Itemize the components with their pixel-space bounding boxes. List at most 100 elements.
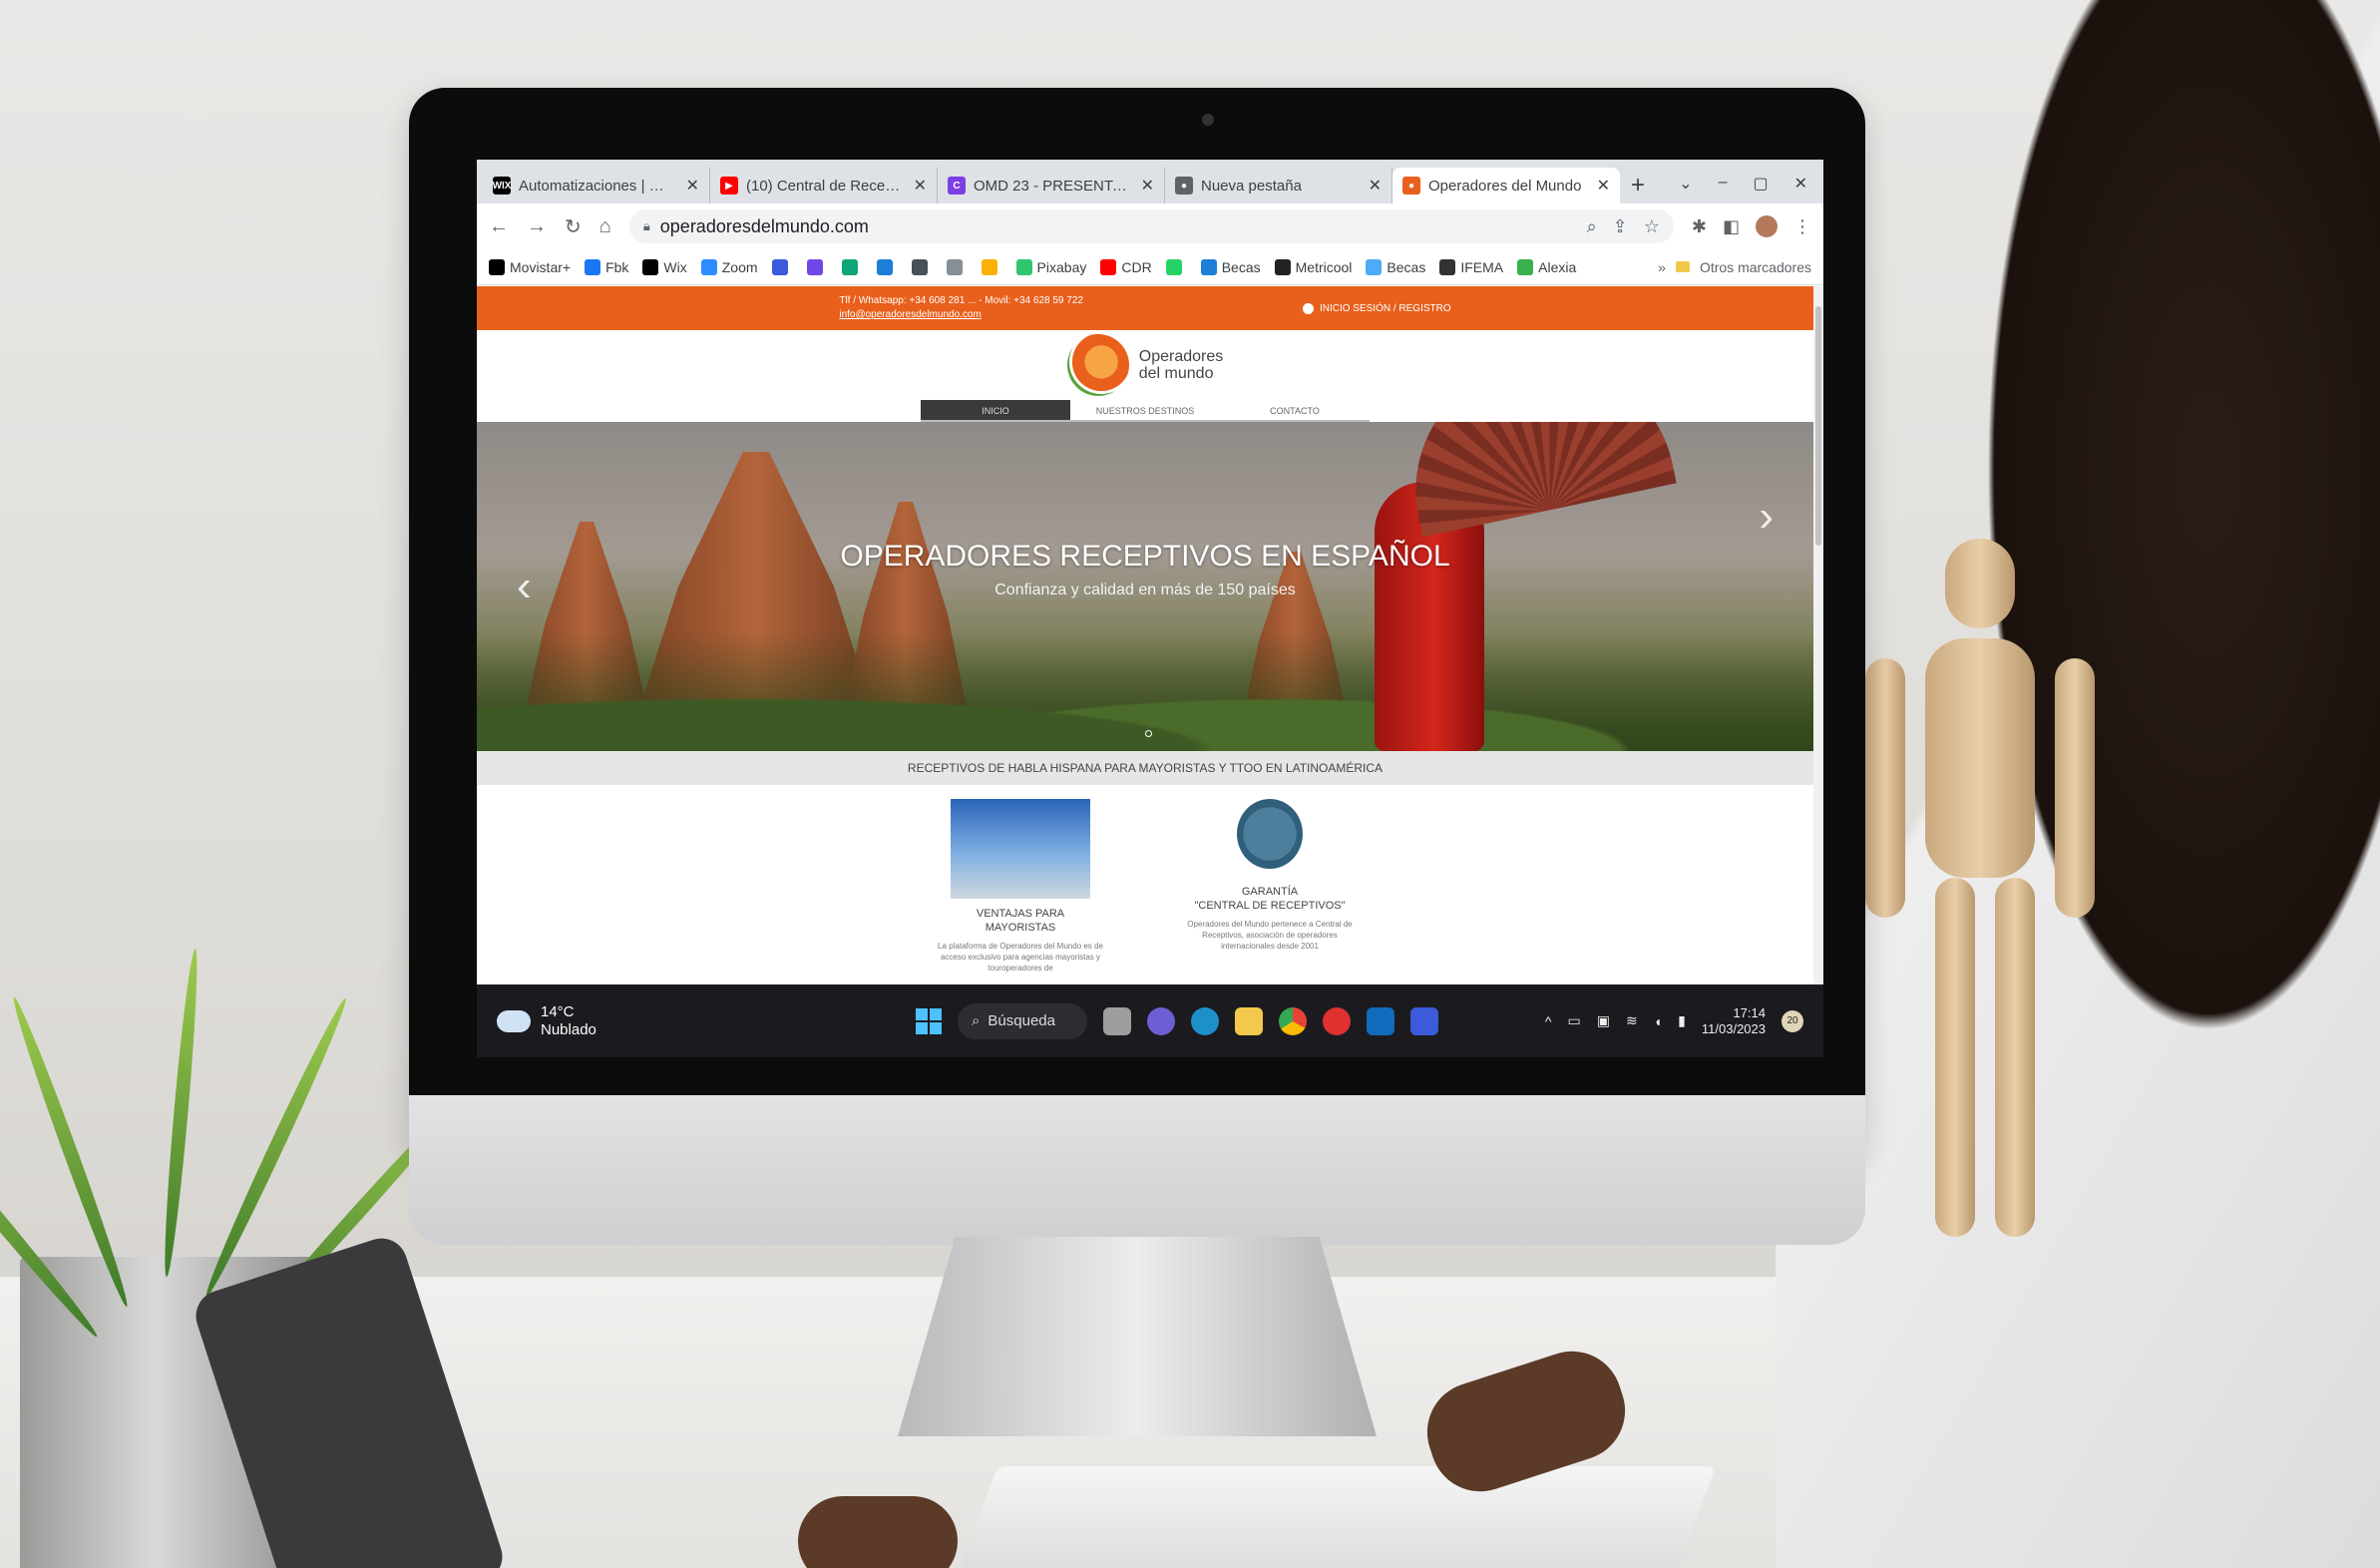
bookmark-item[interactable]: IFEMA [1439,258,1503,275]
browser-tab[interactable]: C OMD 23 - PRESENTACIÓN ✕ [938,168,1165,203]
task-view-icon[interactable] [1103,1006,1131,1035]
side-panel-icon[interactable]: ◧ [1723,216,1740,237]
url-text[interactable]: operadoresdelmundo.com [660,216,869,237]
lock-icon[interactable]: 🔒︎ [643,218,650,234]
bookmark-item[interactable] [771,258,793,275]
login-label[interactable]: INICIO SESIÓN / REGISTRO [1320,303,1451,314]
bookmark-item[interactable] [946,258,968,275]
menu-icon[interactable]: ⋮ [1793,216,1811,237]
tagline-text: RECEPTIVOS DE HABLA HISPANA PARA MAYORIS… [907,761,1384,775]
address-bar[interactable]: 🔒︎ operadoresdelmundo.com ⌕ ⇪ ☆ [628,209,1674,243]
share-icon[interactable]: ⇪ [1613,216,1628,237]
brand-line-2: del mundo [1138,365,1214,382]
bookmark-item[interactable] [841,258,863,275]
bookmark-item[interactable] [981,258,1002,275]
login-link[interactable]: INICIO SESIÓN / REGISTRO [1302,302,1451,314]
browser-tab[interactable]: WIX Automatizaciones | Wix.com ✕ [483,168,710,203]
feature-title-line: GARANTÍA [1241,886,1299,898]
forward-icon[interactable]: → [527,215,547,238]
site-nav-item[interactable]: INICIO [921,400,1070,422]
close-tab-icon[interactable]: ✕ [686,176,699,196]
bookmark-label: Becas [1387,258,1426,275]
page-scrollbar[interactable] [1813,286,1823,984]
tabs-container: WIX Automatizaciones | Wix.com ✕ ▶ (10) Cent… [483,168,1620,203]
monitor-screen: WIX Automatizaciones | Wix.com ✕ ▶ (10) Cent… [477,160,1823,1057]
bookmark-item[interactable]: Becas [1366,258,1426,275]
close-tab-icon[interactable]: ✕ [1369,176,1382,196]
browser-tab[interactable]: ● Operadores del Mundo ✕ [1392,168,1620,203]
bookmark-item[interactable]: Metricool [1274,258,1352,275]
plus-icon [489,258,505,275]
app-icon[interactable] [1410,1006,1438,1035]
close-tab-icon[interactable]: ✕ [1597,176,1610,196]
teams-chat-icon[interactable] [1147,1006,1175,1035]
bookmark-item[interactable]: Wix [642,258,687,275]
bookmark-item[interactable] [911,258,933,275]
bookmark-item[interactable] [1165,258,1187,275]
tray-overflow-icon[interactable]: ^ [1545,1013,1552,1029]
bookmark-item[interactable]: Movistar+ [489,258,571,275]
feature-text: Operadores del Mundo pertenece a Central… [1187,920,1353,951]
bookmark-label: Alexia [1538,258,1577,275]
carousel-dot[interactable] [1145,730,1152,737]
new-tab-button[interactable]: + [1620,168,1656,203]
weather-widget[interactable]: 14°C Nublado [497,1003,596,1039]
bookmark-item[interactable]: Pixabay [1015,258,1086,275]
bookmark-item[interactable]: Fbk [585,258,629,275]
tray-app-icon[interactable]: ▭ [1568,1012,1581,1029]
edge-icon[interactable] [1191,1006,1219,1035]
site-brand[interactable]: Operadores del mundo [1139,348,1224,382]
bookmarks-bar: Movistar+ Fbk Wix Zoom Pixabay CDR Becas Metric… [477,249,1823,285]
zoom-icon[interactable]: ⌕ [1587,216,1597,237]
bookmark-item[interactable]: Zoom [700,258,758,275]
outlook-icon[interactable] [1367,1006,1394,1035]
volume-icon[interactable]: ◖ [1654,1013,1662,1029]
bookmark-item[interactable] [806,258,828,275]
tab-search-icon[interactable]: ⌄ [1679,174,1692,194]
close-tab-icon[interactable]: ✕ [1141,176,1154,196]
carousel-next-button[interactable]: › [1759,492,1774,542]
restore-button[interactable]: ▢ [1753,174,1768,194]
browser-tab[interactable]: ▶ (10) Central de Receptivos ✕ [710,168,938,203]
bookmarks-overflow-button[interactable]: » [1658,259,1666,275]
site-nav-item[interactable]: NUESTROS DESTINOS [1070,400,1220,422]
home-icon[interactable]: ⌂ [599,215,611,238]
scroll-thumb[interactable] [1815,306,1821,546]
battery-icon[interactable]: ▮ [1678,1012,1686,1029]
windows-start-icon[interactable] [916,1007,942,1034]
wifi-icon[interactable]: ≋ [1626,1012,1638,1029]
star-icon[interactable]: ☆ [1644,216,1660,237]
back-icon[interactable]: ← [489,215,509,238]
close-window-button[interactable]: ✕ [1794,174,1807,194]
tray-app-icon[interactable]: ▣ [1597,1012,1610,1029]
minimize-button[interactable]: – [1719,174,1728,194]
bookmark-item[interactable]: Becas [1200,258,1261,275]
reload-icon[interactable]: ↻ [565,214,582,239]
profile-avatar[interactable] [1756,215,1778,237]
plant-leaf [160,948,202,1278]
feature-guarantee[interactable]: GARANTÍA "CENTRAL DE RECEPTIVOS" Operado… [1180,799,1360,974]
other-bookmarks[interactable]: Otros marcadores [1700,259,1811,275]
bookmark-item[interactable] [876,258,898,275]
globe-icon [1439,258,1456,275]
weather-temperature: 14°C [541,1002,575,1020]
file-explorer-icon[interactable] [1235,1006,1263,1035]
extensions-icon[interactable]: ✱ [1692,216,1707,237]
bookmark-item[interactable]: Alexia [1517,258,1577,275]
clock[interactable]: 17:14 11/03/2023 [1702,1005,1766,1037]
taskbar-search[interactable]: ⌕ Búsqueda [958,1002,1087,1039]
site-nav-item[interactable]: CONTACTO [1220,400,1370,422]
app-icon[interactable] [1323,1006,1351,1035]
feature-wholesalers[interactable]: VENTAJAS PARA MAYORISTAS La plataforma d… [931,799,1110,974]
contact-email-link[interactable]: info@operadoresdelmundo.com [839,308,1083,322]
chrome-icon[interactable] [1279,1006,1307,1035]
bookmark-label: Fbk [605,258,629,275]
close-tab-icon[interactable]: ✕ [914,176,927,196]
carousel-prev-button[interactable]: ‹ [517,562,532,611]
notification-badge[interactable]: 20 [1782,1009,1803,1032]
facebook-icon [585,258,601,275]
bookmark-item[interactable]: CDR [1100,258,1152,275]
site-logo-icon[interactable] [1066,334,1129,396]
imac-stand [898,1237,1377,1436]
browser-tab[interactable]: ● Nueva pestaña ✕ [1165,168,1392,203]
